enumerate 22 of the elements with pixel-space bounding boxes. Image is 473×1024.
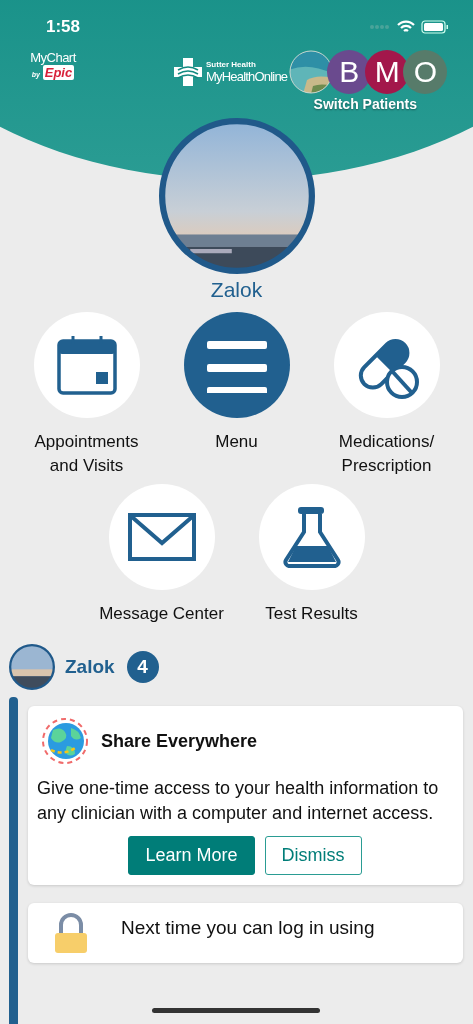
card-text: Next time you can log in using [121,917,375,939]
calendar-icon [55,334,118,396]
card-text: Give one-time access to your health information to any clinician with a computer and internet access. [37,777,440,825]
learn-more-button[interactable]: Learn More [128,836,255,875]
patient-name: Zalok [65,656,115,678]
wifi-icon [397,20,415,34]
shortcut-label: Appointments and Visits [33,431,140,477]
patient-name: Zalok [210,278,263,302]
envelope-icon [127,513,196,561]
shortcut-label: Medications/ Prescription [337,431,436,477]
shortcut-label: Message Center [98,603,225,625]
shortcut-label: Test Results [264,603,359,625]
card-title: Share Everywhere [101,730,258,752]
count-badge: 4 [126,651,159,683]
flask-icon [281,506,342,568]
battery-icon [421,20,449,34]
status-time: 1:58 [46,17,81,37]
switch-patients-link[interactable]: Switch Patients [313,96,418,112]
shortcut-label: Menu [214,431,259,453]
signal-icon [369,24,391,30]
dismiss-button[interactable]: Dismiss [264,836,362,875]
org-logo: Sutter Health MyHealthOnline [174,58,288,86]
